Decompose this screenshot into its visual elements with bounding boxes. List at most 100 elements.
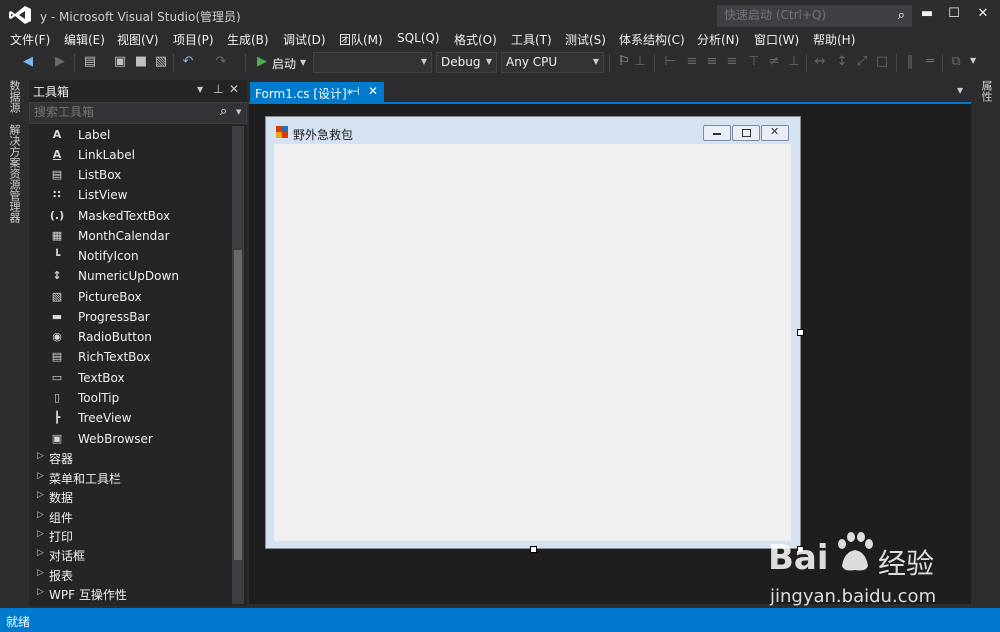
- quick-launch-box[interactable]: ⌕: [717, 5, 912, 27]
- make-same-width-icon[interactable]: ↔: [812, 54, 828, 70]
- toolbox-category[interactable]: ▷ 报表: [29, 565, 229, 584]
- properties-tab[interactable]: 属性: [978, 80, 994, 102]
- search-icon[interactable]: ⌕: [220, 104, 227, 119]
- horizontal-spacing-icon[interactable]: ‖: [902, 54, 918, 70]
- align-lefts-icon[interactable]: ≡: [684, 54, 700, 70]
- align-middles-icon[interactable]: ≠: [766, 54, 782, 70]
- toolbox-item[interactable]: ┗ NotifyIcon: [29, 246, 229, 266]
- make-same-size-icon[interactable]: ⤢: [854, 54, 870, 70]
- menu-sql[interactable]: SQL(Q): [397, 31, 440, 45]
- menu-tools[interactable]: 工具(T): [511, 31, 552, 48]
- resize-grip-right[interactable]: [797, 329, 804, 336]
- toolbox-search-input[interactable]: [30, 103, 208, 121]
- toolbox-category[interactable]: ▷ WPF 互操作性: [29, 584, 229, 603]
- menu-window[interactable]: 窗口(W): [754, 31, 799, 48]
- menu-format[interactable]: 格式(O): [454, 31, 497, 48]
- save-icon[interactable]: ■: [133, 54, 149, 70]
- toolbox-item[interactable]: ▧ PictureBox: [29, 287, 229, 307]
- align-icon[interactable]: ⊥: [632, 54, 648, 70]
- resize-grip-bottom[interactable]: [530, 546, 537, 553]
- align-centers-icon[interactable]: ≡: [704, 54, 720, 70]
- maximize-button[interactable]: ☐: [941, 4, 967, 24]
- save-all-icon[interactable]: ▧: [153, 54, 169, 70]
- close-icon[interactable]: ✕: [229, 82, 239, 96]
- toolbox-item[interactable]: ▬ ProgressBar: [29, 307, 229, 327]
- vertical-spacing-icon[interactable]: ═: [922, 54, 938, 70]
- menu-file[interactable]: 文件(F): [10, 31, 50, 48]
- close-window-button[interactable]: ✕: [970, 4, 996, 24]
- toolbox-item[interactable]: ▦ MonthCalendar: [29, 226, 229, 246]
- solution-platform-select[interactable]: Any CPU ▼: [501, 52, 604, 73]
- new-project-icon[interactable]: ▤: [82, 54, 98, 70]
- tab-form1-design[interactable]: Form1.cs [设计]* ⊣ ✕: [250, 82, 384, 102]
- solution-configuration-select[interactable]: Debug ▼: [436, 52, 497, 73]
- data-sources-tab[interactable]: 数据源: [6, 80, 22, 113]
- menu-build[interactable]: 生成(B): [227, 31, 269, 48]
- close-tab-icon[interactable]: ✕: [368, 84, 378, 98]
- designer-form[interactable]: 野外急救包 ✕: [265, 116, 801, 549]
- toolbox-search-box[interactable]: ⌕ ▼: [29, 102, 247, 124]
- start-button[interactable]: 启动: [272, 55, 296, 72]
- chevron-down-icon[interactable]: ▼: [236, 108, 241, 116]
- toolbox-item[interactable]: ▯ ToolTip: [29, 388, 229, 408]
- menu-view[interactable]: 视图(V): [117, 31, 159, 48]
- toolbox-item[interactable]: A LinkLabel: [29, 145, 229, 165]
- find-in-files-icon[interactable]: ⚐: [616, 54, 632, 70]
- menu-analyze[interactable]: 分析(N): [697, 31, 739, 48]
- menu-project[interactable]: 项目(P): [173, 31, 214, 48]
- menu-architecture[interactable]: 体系结构(C): [619, 31, 685, 48]
- make-same-height-icon[interactable]: ↕: [834, 54, 850, 70]
- toolbox-category[interactable]: ▷ 容器: [29, 448, 229, 467]
- pin-icon[interactable]: ⊥: [213, 82, 223, 96]
- toolbar-overflow-icon[interactable]: ▼: [970, 56, 976, 65]
- align-to-grid-icon[interactable]: ⊢: [662, 54, 678, 70]
- pin-icon[interactable]: ⊣: [350, 85, 360, 98]
- target-combo[interactable]: ▼: [313, 52, 432, 73]
- toolbox-category[interactable]: ▷ 组件: [29, 507, 229, 526]
- start-play-icon[interactable]: ▶: [254, 54, 270, 70]
- undo-icon[interactable]: ↶: [180, 54, 196, 70]
- menu-team[interactable]: 团队(M): [339, 31, 383, 48]
- toolbox-item[interactable]: (.) MaskedTextBox: [29, 206, 229, 226]
- menu-debug[interactable]: 调试(D): [283, 31, 326, 48]
- linklabel-icon: A: [52, 148, 62, 161]
- form-maximize-button[interactable]: [732, 125, 760, 141]
- bring-to-front-icon[interactable]: ⧉: [948, 54, 964, 70]
- quick-launch-input[interactable]: [718, 6, 890, 24]
- toolbox-scrollbar[interactable]: [232, 126, 244, 604]
- menu-test[interactable]: 测试(S): [565, 31, 606, 48]
- align-tops-icon[interactable]: ⊤: [746, 54, 762, 70]
- start-dropdown-icon[interactable]: ▼: [300, 58, 306, 67]
- menu-edit[interactable]: 编辑(E): [64, 31, 105, 48]
- menu-help[interactable]: 帮助(H): [813, 31, 855, 48]
- toolbox-item[interactable]: ▭ TextBox: [29, 368, 229, 388]
- form-client-area[interactable]: [274, 144, 791, 541]
- navigate-back-icon[interactable]: ◀: [20, 54, 36, 70]
- tab-overflow-icon[interactable]: ▼: [957, 86, 963, 95]
- toolbox-category[interactable]: ▷ 菜单和工具栏: [29, 468, 229, 487]
- toolbox-options-icon[interactable]: ▼: [197, 85, 203, 94]
- toolbox-item[interactable]: ▤ ListBox: [29, 165, 229, 185]
- solution-explorer-tab[interactable]: 解决方案资源管理器: [6, 124, 22, 223]
- redo-icon[interactable]: ↷: [213, 54, 229, 70]
- open-file-icon[interactable]: ▣: [112, 54, 128, 70]
- toolbox-category[interactable]: ▷ 对话框: [29, 545, 229, 564]
- navigate-forward-icon[interactable]: ▶: [52, 54, 68, 70]
- form-close-button[interactable]: ✕: [761, 125, 789, 141]
- align-bottoms-icon[interactable]: ⊥: [786, 54, 802, 70]
- toolbox-item[interactable]: ◉ RadioButton: [29, 327, 229, 347]
- toolbox-item[interactable]: ▤ RichTextBox: [29, 347, 229, 367]
- form-minimize-button[interactable]: [703, 125, 731, 141]
- toolbox-item[interactable]: ↕ NumericUpDown: [29, 266, 229, 286]
- size-to-grid-icon[interactable]: □: [874, 54, 890, 70]
- toolbox-category[interactable]: ▷ 数据: [29, 487, 229, 506]
- minimize-button[interactable]: ▬: [914, 4, 940, 24]
- toolbox-item[interactable]: ▣ WebBrowser: [29, 429, 229, 449]
- scrollbar-thumb[interactable]: [234, 250, 242, 560]
- toolbox-category[interactable]: ▷ 打印: [29, 526, 229, 545]
- search-icon[interactable]: ⌕: [898, 8, 905, 23]
- align-rights-icon[interactable]: ≡: [724, 54, 740, 70]
- toolbox-item[interactable]: A Label: [29, 125, 229, 145]
- toolbox-item[interactable]: ┣ TreeView: [29, 408, 229, 428]
- toolbox-item[interactable]: ∷ ListView: [29, 185, 229, 205]
